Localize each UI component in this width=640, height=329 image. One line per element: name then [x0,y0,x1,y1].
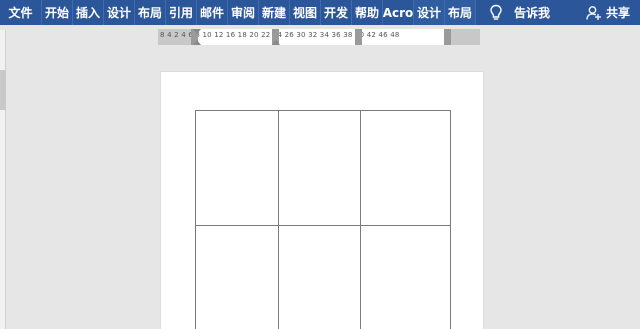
tell-me-box[interactable]: 告诉我 [488,0,550,25]
hanging-indent-handle[interactable] [193,40,201,45]
tab-help[interactable]: 帮助 [352,0,383,25]
tab-references[interactable]: 引用 [166,0,197,25]
tab-table-design[interactable]: 设计 [414,0,445,25]
share-label: 共享 [605,6,630,20]
share-button[interactable]: 共享 [586,0,630,25]
tab-design[interactable]: 设计 [104,0,135,25]
tab-review[interactable]: 审阅 [228,0,259,25]
table-row [195,110,451,226]
document-table[interactable] [195,110,451,329]
horizontal-ruler[interactable]: 8 4 2 4 6 8 10 12 16 18 20 22 24 26 30 3… [158,29,480,45]
tab-new[interactable]: 新建 [259,0,290,25]
ruler-column-marker[interactable] [355,29,362,45]
document-page[interactable] [160,71,484,329]
tab-layout[interactable]: 布局 [135,0,166,25]
table-cell[interactable] [195,110,279,226]
right-indent-handle[interactable] [272,40,280,45]
person-add-icon [586,5,601,20]
table-cell[interactable] [277,110,362,226]
table-cell[interactable] [277,224,362,329]
table-row [195,224,451,329]
ruler-numbers: 8 4 2 4 6 8 10 12 16 18 20 22 24 26 30 3… [160,31,400,39]
tab-acrobat[interactable]: Acro [383,0,414,25]
ruler-column-marker[interactable] [444,29,451,45]
word-window: 文件 开始 插入 设计 布局 引用 邮件 审阅 新建 视图 开发 帮助 Acro… [0,0,640,329]
vertical-ruler[interactable] [0,30,6,329]
vertical-ruler-margin [0,70,6,110]
tab-mailings[interactable]: 邮件 [197,0,228,25]
ribbon-tab-bar: 文件 开始 插入 设计 布局 引用 邮件 审阅 新建 视图 开发 帮助 Acro… [0,0,640,25]
tab-developer[interactable]: 开发 [321,0,352,25]
tell-me-label: 告诉我 [514,6,551,20]
lightbulb-icon [490,4,502,20]
tab-home[interactable]: 开始 [42,0,73,25]
tab-view[interactable]: 视图 [290,0,321,25]
table-cell[interactable] [360,110,451,226]
tab-table-layout[interactable]: 布局 [445,0,476,25]
tab-file[interactable]: 文件 [0,0,42,25]
table-cell[interactable] [360,224,451,329]
tab-insert[interactable]: 插入 [73,0,104,25]
table-cell[interactable] [195,224,279,329]
first-line-indent-handle[interactable] [193,29,201,34]
